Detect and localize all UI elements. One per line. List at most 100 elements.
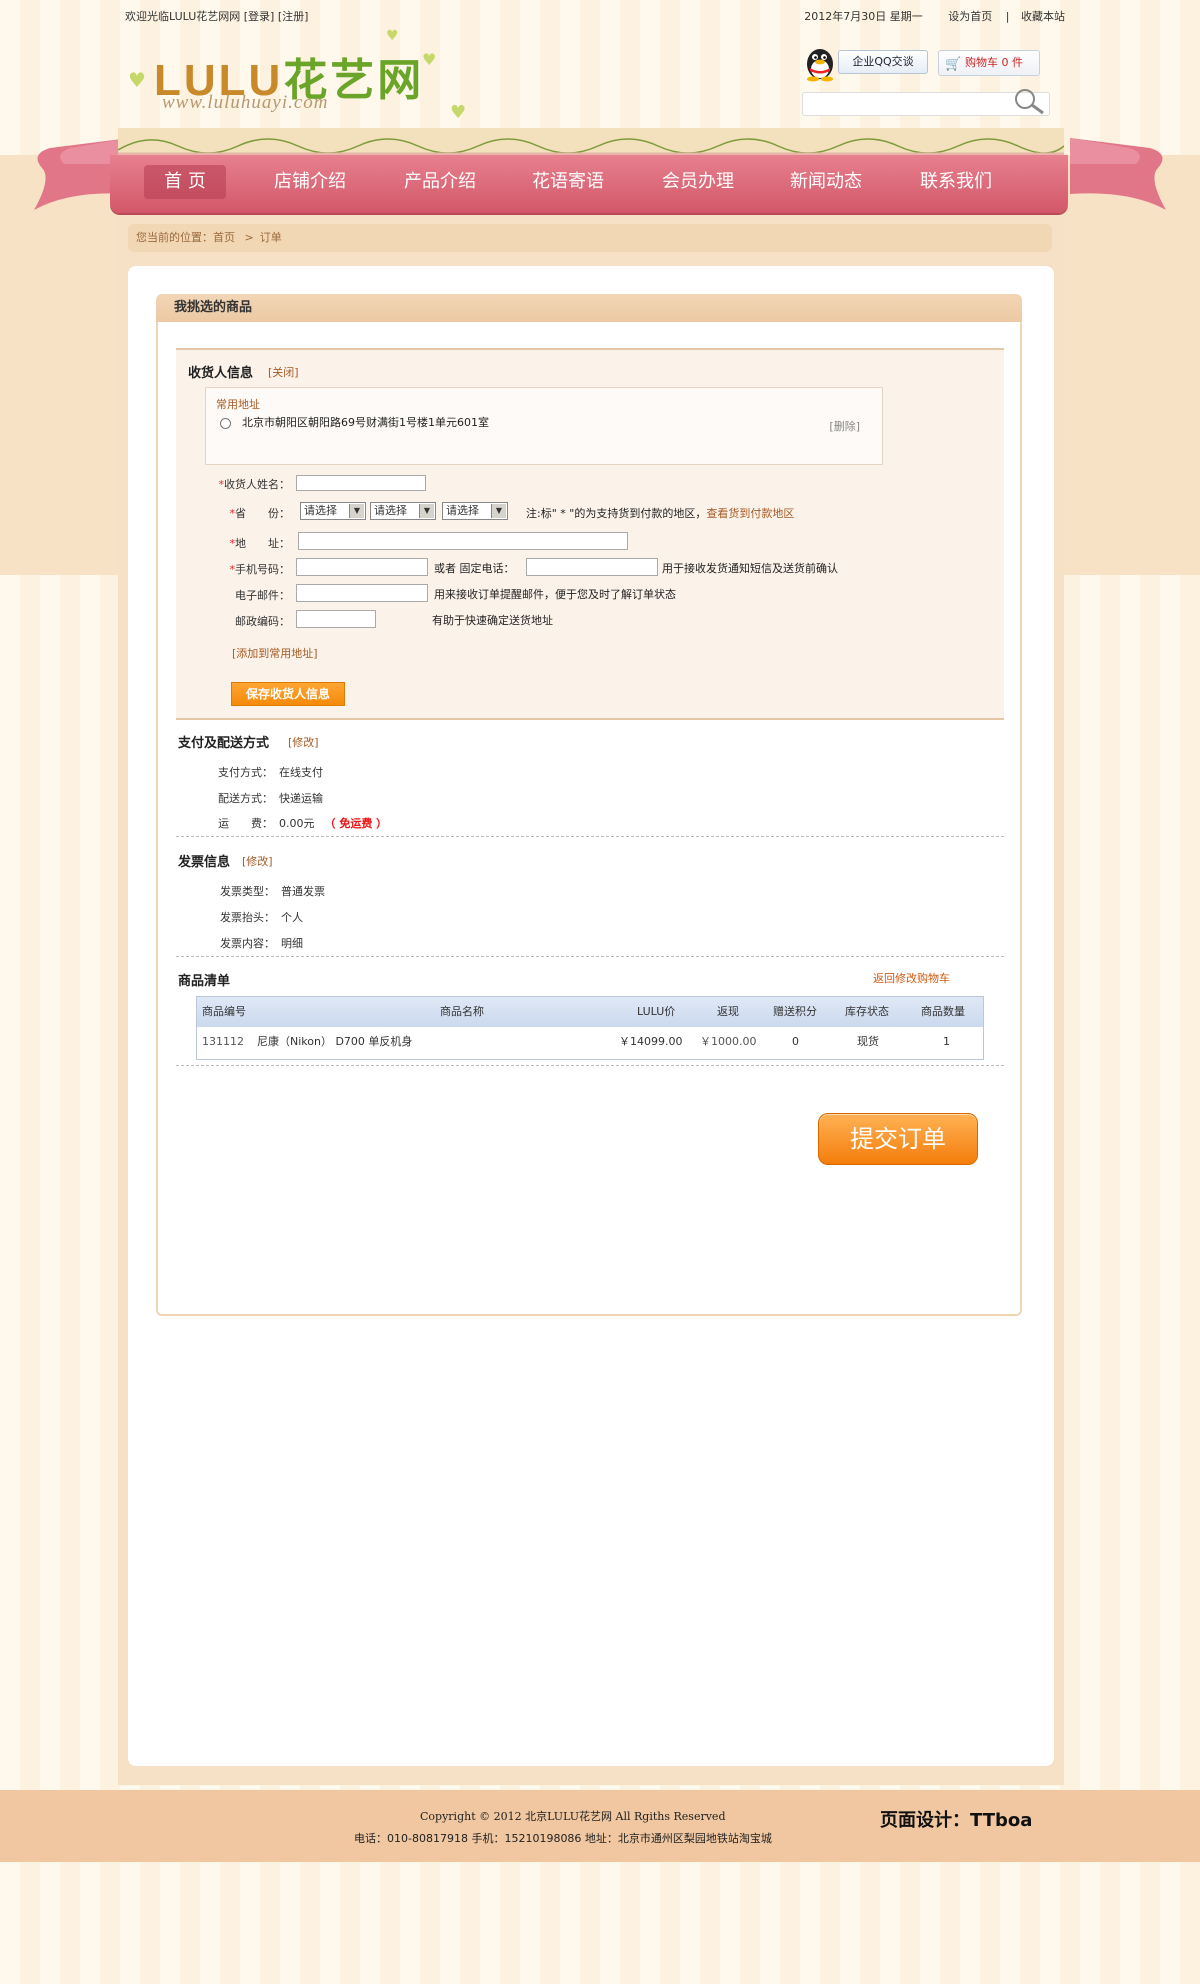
district-select-value: 请选择 — [446, 504, 479, 517]
province-note: 注:标" * "的为支持货到付款的地区，查看货到付款地区 — [526, 505, 794, 521]
invoice-head-row: 发票抬头： 个人 — [220, 909, 303, 925]
add-common-address-link[interactable]: [添加到常用地址] — [232, 645, 318, 661]
cod-areas-link[interactable]: 查看货到付款地区 — [706, 507, 794, 520]
welcome-area: 欢迎光临LULU花艺网网 [登录] [注册] — [125, 8, 308, 24]
cell-product-name[interactable]: 尼康（Nikon） D700 单反机身 — [257, 1027, 412, 1057]
register-link[interactable]: [注册] — [278, 10, 309, 23]
bookmark-link[interactable]: 收藏本站 — [1021, 10, 1065, 23]
set-home-link[interactable]: 设为首页 — [948, 10, 992, 23]
heart-icon: ♥ — [128, 68, 146, 92]
qq-chat-label: 企业QQ交谈 — [838, 50, 928, 74]
nav-store-intro[interactable]: 店铺介绍 — [260, 165, 360, 199]
ship-method-row: 配送方式： 快递运输 — [218, 790, 323, 806]
col-cashback: 返现 — [717, 1005, 739, 1018]
address-label-text: 地 址： — [235, 537, 290, 550]
shipping-fee-label: 运 费： — [218, 817, 273, 830]
cell-stock: 现货 — [857, 1035, 879, 1048]
zip-label: 邮政编码： — [235, 615, 290, 628]
delete-address-link[interactable]: [删除] — [829, 418, 860, 434]
submit-order-button[interactable]: 提交订单 — [818, 1113, 978, 1165]
search-box[interactable] — [802, 89, 1050, 116]
save-receiver-button[interactable]: 保存收货人信息 — [231, 682, 345, 706]
invoice-edit-link[interactable]: [修改] — [242, 853, 273, 869]
nav-membership[interactable]: 会员办理 — [648, 165, 748, 199]
divider — [176, 956, 1004, 957]
city-select[interactable]: 请选择 ▼ — [370, 502, 436, 520]
shopping-cart-icon: 🛒 — [945, 57, 962, 72]
invoice-head-label: 发票抬头： — [220, 911, 275, 924]
cell-cashback: ￥1000.00 — [700, 1035, 757, 1048]
or-phone-label: 或者 固定电话： — [434, 562, 515, 575]
login-link[interactable]: [登录] — [244, 10, 275, 23]
date-text: 2012年7月30日 星期一 — [804, 10, 923, 23]
panel-title: 我挑选的商品 — [174, 300, 253, 315]
email-note: 用来接收订单提醒邮件，便于您及时了解订单状态 — [434, 588, 676, 601]
col-product-name: 商品名称 — [440, 1005, 484, 1018]
mobile-label: *手机号码： — [229, 563, 291, 576]
phone-input[interactable] — [526, 558, 658, 576]
payment-edit-link[interactable]: [修改] — [288, 734, 319, 750]
vine-decoration — [118, 128, 1064, 156]
breadcrumb-separator: > — [244, 231, 254, 244]
province-label-text: 省 份： — [235, 507, 290, 520]
main-nav: 首 页 店铺介绍 产品介绍 花语寄语 会员办理 新闻动态 联系我们 — [110, 155, 1068, 213]
province-note-text: 注:标" * "的为支持货到付款的地区， — [526, 507, 707, 520]
province-select[interactable]: 请选择 ▼ — [300, 502, 366, 520]
invoice-content-row: 发票内容： 明细 — [220, 935, 303, 951]
nav-products[interactable]: 产品介绍 — [390, 165, 490, 199]
common-address-title: 常用地址 — [216, 398, 260, 411]
breadcrumb-home-link[interactable]: 首页 — [213, 231, 235, 244]
welcome-text: 欢迎光临LULU花艺网网 — [125, 10, 241, 23]
email-label: 电子邮件： — [235, 589, 290, 602]
search-icon[interactable] — [1011, 87, 1047, 117]
address-radio[interactable] — [220, 418, 231, 429]
invoice-type-label: 发票类型： — [220, 885, 275, 898]
col-lulu-price: LULU价 — [637, 1005, 676, 1018]
ribbon-right-decoration — [1070, 138, 1166, 210]
name-label: *收货人姓名： — [218, 478, 291, 491]
pay-method-value: 在线支付 — [279, 766, 323, 779]
shipping-fee-value: 0.00元 — [279, 817, 315, 830]
pay-method-row: 支付方式： 在线支付 — [218, 764, 323, 780]
col-stock: 库存状态 — [845, 1005, 889, 1018]
free-shipping-badge: （ 免运费 ） — [324, 817, 388, 830]
top-right-links: 2012年7月30日 星期一 设为首页 | 收藏本站 — [790, 8, 1065, 24]
cell-price: ￥14099.00 — [619, 1035, 683, 1048]
nav-home[interactable]: 首 页 — [144, 165, 226, 199]
invoice-head-value: 个人 — [281, 911, 303, 924]
pay-method-label: 支付方式： — [218, 766, 273, 779]
footer: Copyright © 2012 北京LULU花艺网 All Rgiths Re… — [0, 1790, 1200, 1862]
cart-label: 购物车 0 件 — [965, 56, 1023, 69]
email-input[interactable] — [296, 584, 428, 602]
province-label: *省 份： — [229, 507, 291, 520]
mobile-input[interactable] — [296, 558, 428, 576]
divider — [176, 836, 1004, 837]
invoice-content-value: 明细 — [281, 937, 303, 950]
district-select[interactable]: 请选择 ▼ — [442, 502, 508, 520]
col-product-id: 商品编号 — [202, 1005, 246, 1018]
ship-method-label: 配送方式： — [218, 792, 273, 805]
qq-chat-button[interactable]: 企业QQ交谈 — [802, 42, 928, 82]
receiver-name-input[interactable] — [296, 475, 426, 491]
chevron-down-icon: ▼ — [349, 504, 364, 518]
nav-contact[interactable]: 联系我们 — [906, 165, 1006, 199]
name-label-text: 收货人姓名： — [224, 478, 290, 491]
goods-table-header: 商品编号 商品名称 LULU价 返现 赠送积分 库存状态 商品数量 — [197, 997, 983, 1027]
nav-news[interactable]: 新闻动态 — [776, 165, 876, 199]
shipping-fee-row: 运 费： 0.00元 （ 免运费 ） — [218, 815, 387, 831]
address-input[interactable] — [298, 532, 628, 550]
nav-flower-language[interactable]: 花语寄语 — [518, 165, 618, 199]
cell-product-id: 131112 — [202, 1035, 244, 1048]
cell-quantity: 1 — [943, 1035, 950, 1048]
common-address-box: 常用地址 北京市朝阳区朝阳路69号财满街1号楼1单元601室 [删除] — [205, 387, 883, 465]
footer-design-credit: 页面设计：TTboa — [880, 1810, 1033, 1831]
site-logo[interactable]: ♥ ♥ ♥ ♥ LULU花艺网 www.luluhuayi.com — [122, 28, 466, 124]
back-to-cart-link[interactable]: 返回修改购物车 — [873, 970, 950, 986]
col-points: 赠送积分 — [773, 1005, 817, 1018]
top-bar: 欢迎光临LULU花艺网网 [登录] [注册] 2012年7月30日 星期一 设为… — [125, 8, 1065, 26]
receiver-close-link[interactable]: [关闭] — [268, 364, 299, 380]
heart-icon: ♥ — [386, 28, 399, 44]
top-separator: | — [1005, 10, 1010, 23]
cart-button[interactable]: 🛒 购物车 0 件 — [938, 50, 1040, 76]
zip-input[interactable] — [296, 610, 376, 628]
